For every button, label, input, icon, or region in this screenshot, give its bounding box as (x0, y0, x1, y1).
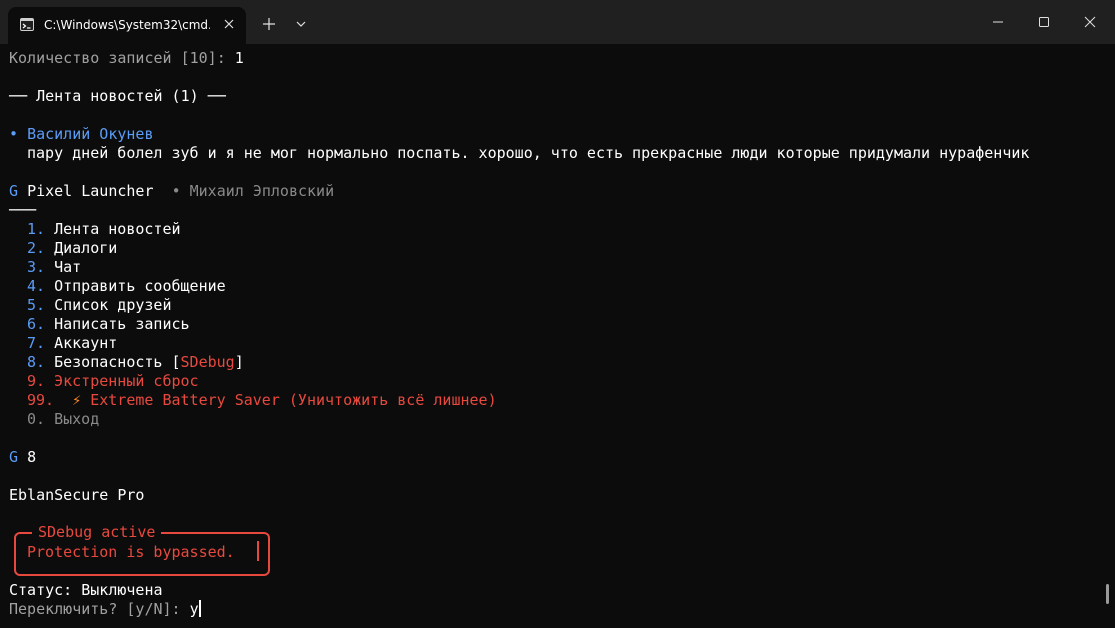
menu-num: 0. (27, 410, 46, 428)
input-value: 8 (27, 448, 37, 466)
count-value: 1 (234, 49, 244, 67)
menu-label: Экстренный сброс (54, 372, 199, 390)
close-icon (1084, 16, 1096, 28)
terminal-icon (20, 18, 34, 31)
close-window-button[interactable] (1067, 0, 1113, 44)
menu-item-3: 3. Чат (27, 258, 81, 277)
menu-item-8: 8. Безопасность [SDebug] (27, 353, 244, 372)
lightning-icon: ⚡ (72, 391, 82, 409)
menu-tag-open: [ (171, 353, 181, 371)
count-line: Количество записей [10]: 1 (9, 49, 244, 68)
menu-item-6: 6. Написать запись (27, 315, 190, 334)
count-prompt: Количество записей [10]: (9, 49, 235, 67)
menu-num: 2. (27, 239, 46, 257)
menu-label: Аккаунт (54, 334, 118, 352)
app-name: Pixel Launcher (27, 182, 154, 200)
menu-label: Выход (54, 410, 100, 428)
menu-tag-close: ] (234, 353, 244, 371)
menu-label: Безопасность (54, 353, 163, 371)
alert-text: Protection is bypassed. (27, 543, 235, 561)
menu-item-1: 1. Лента новостей (27, 220, 181, 239)
menu-label: Лента новостей (54, 220, 181, 238)
menu-num: 6. (27, 315, 46, 333)
menu-num: 5. (27, 296, 46, 314)
menu-label: Написать запись (54, 315, 190, 333)
menu-num: 8. (27, 353, 46, 371)
status-line: Статус: Выключена (9, 581, 163, 599)
app-underline: ─── (9, 201, 37, 219)
menu-item-0: 0. Выход (27, 410, 99, 429)
toggle-value: y (189, 600, 199, 618)
menu-num: 99. (27, 391, 55, 409)
close-icon[interactable] (220, 15, 238, 33)
sdebug-alert-box: SDebug active Protection is bypassed. (14, 523, 270, 576)
menu-label: Диалоги (54, 239, 118, 257)
post-author-line: • Василий Окунев (9, 125, 154, 144)
text-cursor (198, 600, 201, 617)
app-logo: G (9, 182, 19, 200)
menu-item-99: 99. ⚡ Extreme Battery Saver (Уничтожить … (27, 391, 497, 410)
input-line: G 8 (9, 448, 36, 467)
minimize-icon (993, 21, 1003, 23)
product-title: EblanSecure Pro (9, 486, 145, 504)
app-user: • Михаил Эпловский (171, 182, 335, 200)
tab-title: C:\Windows\System32\cmd.exe (44, 18, 210, 32)
chevron-down-icon[interactable] (290, 13, 312, 35)
maximize-icon (1039, 17, 1049, 27)
menu-item-4: 4. Отправить сообщение (27, 277, 226, 296)
toggle-line[interactable]: Переключить? [y/N]: y (9, 600, 201, 619)
feed-header: ── Лента новостей (1) ── (9, 87, 226, 105)
scrollbar-thumb[interactable] (1106, 584, 1109, 604)
terminal-window: C:\Windows\System32\cmd.exe (0, 0, 1115, 628)
menu-num: 7. (27, 334, 46, 352)
post-bullet: • (9, 125, 19, 143)
menu-num: 4. (27, 277, 46, 295)
menu-item-2: 2. Диалоги (27, 239, 117, 258)
alert-title: SDebug active (32, 523, 162, 542)
plus-icon[interactable] (258, 13, 280, 35)
menu-num: 3. (27, 258, 46, 276)
alert-box-bar (257, 541, 259, 561)
tab-cmd[interactable]: C:\Windows\System32\cmd.exe (8, 7, 246, 44)
menu-item-9: 9. Экстренный сброс (27, 372, 199, 391)
menu-label: Отправить сообщение (54, 277, 226, 295)
menu-item-7: 7. Аккаунт (27, 334, 117, 353)
post-author: Василий Окунев (27, 125, 154, 143)
title-bar: C:\Windows\System32\cmd.exe (0, 0, 1115, 44)
menu-label: Extreme Battery Saver (Уничтожить всё ли… (90, 391, 497, 409)
menu-item-5: 5. Список друзей (27, 296, 172, 315)
terminal-output[interactable]: Количество записей [10]: 1 ── Лента ново… (0, 44, 1115, 628)
menu-label: Список друзей (54, 296, 172, 314)
maximize-button[interactable] (1021, 0, 1067, 44)
menu-label: Чат (54, 258, 82, 276)
menu-num: 1. (27, 220, 46, 238)
post-text: пару дней болел зуб и я не мог нормально… (27, 144, 1030, 162)
input-prompt: G (9, 448, 19, 466)
minimize-button[interactable] (975, 0, 1021, 44)
toggle-prompt: Переключить? [y/N]: (9, 600, 190, 618)
app-header: G Pixel Launcher • Михаил Эпловский (9, 182, 334, 201)
menu-tag: SDebug (180, 353, 235, 371)
menu-num: 9. (27, 372, 46, 390)
